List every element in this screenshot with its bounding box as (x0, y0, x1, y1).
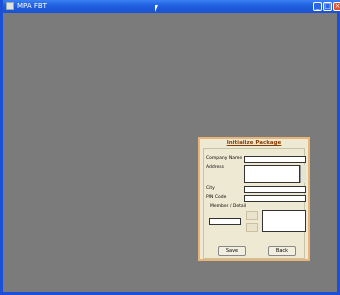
maximize-button[interactable]: □ (323, 2, 332, 11)
pin-code-field[interactable] (244, 195, 306, 202)
save-button-label: Save (225, 248, 239, 254)
member-input[interactable] (209, 218, 241, 225)
dialog-panel: Company Name : Address City PIN Code Mem… (203, 148, 306, 259)
address-scrollbar[interactable] (300, 165, 306, 183)
app-icon (6, 2, 14, 10)
city-field[interactable] (244, 186, 306, 193)
app-window: MPA FBT _ □ × Initialize Package Company… (0, 0, 340, 295)
add-member-button[interactable] (246, 211, 258, 220)
minimize-button[interactable]: _ (313, 2, 322, 11)
mouse-cursor-icon (155, 5, 158, 12)
initialize-package-dialog: Initialize Package Company Name : Addres… (198, 137, 310, 261)
address-field[interactable] (244, 165, 300, 183)
window-title: MPA FBT (17, 2, 47, 10)
remove-member-button[interactable] (246, 223, 258, 232)
company-name-field[interactable] (244, 156, 306, 163)
company-name-label: Company Name : (206, 156, 246, 161)
member-list[interactable] (262, 210, 306, 232)
address-label: Address (206, 165, 224, 170)
back-button[interactable]: Back (268, 246, 296, 256)
dialog-title: Initialize Package (226, 140, 282, 146)
title-bar[interactable]: MPA FBT _ □ × (3, 0, 340, 13)
back-button-label: Back (275, 248, 289, 254)
pin-code-label: PIN Code (206, 195, 227, 200)
close-button[interactable]: × (333, 2, 340, 11)
city-label: City (206, 186, 215, 191)
save-button[interactable]: Save (218, 246, 246, 256)
member-detail-label: Member / Detail (210, 204, 247, 209)
